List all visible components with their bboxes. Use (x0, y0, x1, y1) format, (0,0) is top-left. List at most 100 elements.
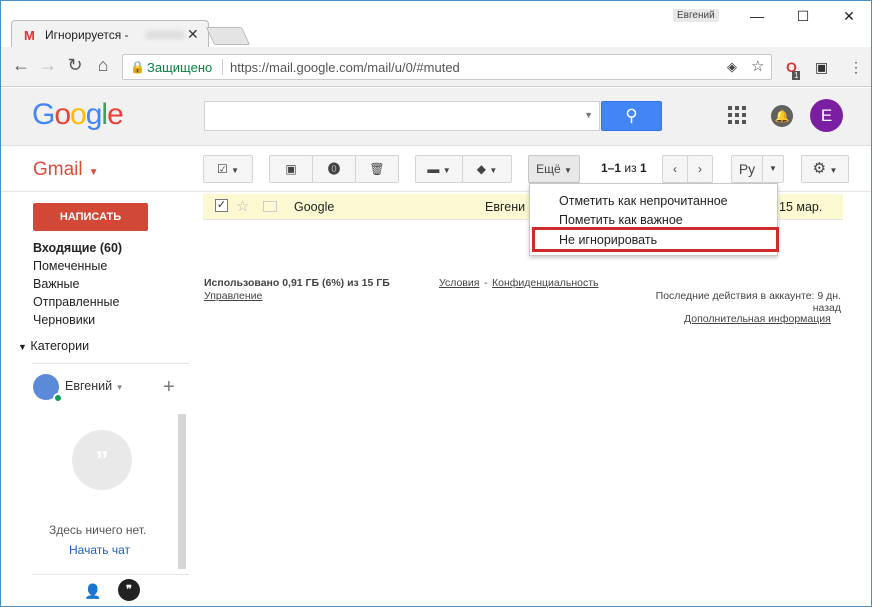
hangouts-user[interactable]: Евгений ▼ (65, 379, 124, 393)
settings-button[interactable]: ⚙ ▼ (801, 155, 849, 183)
close-window-icon[interactable]: ✕ (829, 5, 869, 27)
hangouts-panel: Евгений ▼ + ” Здесь ничего нет. Начать ч… (32, 363, 189, 606)
tag-icon: ◆ (476, 162, 486, 176)
categories-label: Категории (30, 339, 90, 353)
forward-icon[interactable]: → (36, 55, 60, 76)
tab-title: Игнорируется - (45, 28, 129, 42)
extension-badge: 1 (792, 71, 801, 80)
browser-tab-active[interactable]: M Игнорируется - ✕ (11, 20, 209, 48)
row-checkbox[interactable]: ✓ (215, 199, 228, 212)
url-text: https://mail.google.com/mail/u/0/#muted (230, 60, 460, 75)
prev-page-button[interactable]: ‹ (662, 155, 688, 183)
logo-letter: o (54, 98, 71, 131)
gmail-favicon-icon: M (24, 28, 35, 43)
select-checkbox-button[interactable]: ☑ ▼ (203, 155, 253, 183)
labels-button[interactable]: ◆ ▼ (462, 155, 512, 183)
chevron-down-icon: ▼ (115, 383, 124, 392)
eye-icon[interactable]: ◈ (727, 59, 737, 75)
mail-snippet: Евгени (485, 200, 526, 214)
mail-date: 15 мар. (779, 200, 823, 214)
more-button[interactable]: Ещё ▼ (528, 155, 580, 183)
menu-item-mark-unread[interactable]: Отметить как непрочитанное (559, 194, 728, 208)
move-to-button[interactable]: ▬ ▼ (415, 155, 463, 183)
gear-icon: ⚙ (812, 160, 827, 177)
account-details-link[interactable]: Дополнительная информация (684, 313, 831, 325)
browser-toolbar: ← → ↻ ⌂ 🔒 Защищено https://mail.google.c… (1, 47, 871, 87)
new-conversation-icon[interactable]: + (163, 376, 175, 399)
back-icon[interactable]: ← (9, 55, 33, 76)
secure-label: Защищено (147, 60, 213, 75)
last-activity: Последние действия в аккаунте: 9 дн. наза… (643, 290, 841, 314)
pager-range: 1–1 (601, 161, 622, 175)
hangouts-scrollbar[interactable] (178, 414, 186, 569)
address-bar[interactable]: 🔒 Защищено https://mail.google.com/mail/… (122, 54, 772, 80)
hangouts-footer: 👤 ❞ (32, 574, 189, 606)
manage-storage-link[interactable]: Управление (204, 290, 262, 302)
hangouts-chat-icon[interactable]: ❞ (118, 579, 140, 601)
hangouts-empty-text: Здесь ничего нет. (49, 523, 147, 537)
pager-of: из (624, 161, 637, 175)
menu-item-mark-important[interactable]: Пометить как важное (559, 213, 683, 227)
blurred-tab-text (145, 31, 185, 39)
search-options-icon[interactable]: ▼ (584, 110, 593, 120)
highlight-box (532, 227, 779, 252)
archive-button[interactable]: ▣ (269, 155, 313, 183)
last-activity-line1: Последние действия в аккаунте: 9 дн. (655, 290, 841, 302)
important-marker-icon[interactable] (263, 201, 277, 212)
bookmark-star-icon[interactable]: ☆ (751, 57, 764, 75)
expand-arrow-icon: ▼ (18, 342, 27, 352)
gmail-menu[interactable]: Gmail ▼ (33, 159, 99, 181)
pager: 1–1 из 1 (601, 161, 647, 175)
profile-name[interactable]: Евгений (673, 9, 719, 22)
sidebar-item[interactable]: Отправленные (33, 295, 119, 309)
screen-extension-icon[interactable]: ▣ (815, 59, 828, 76)
compose-button[interactable]: НАПИСАТЬ (33, 203, 148, 231)
browser-window: M Игнорируется - ✕ Евгений — ☐ ✕ ← → ↻ ⌂… (0, 0, 872, 607)
logo-letter: e (107, 98, 124, 131)
online-status-icon (53, 393, 63, 403)
spam-icon: ⓿ (327, 162, 340, 176)
logo-letter: o (70, 98, 87, 131)
pager-total: 1 (639, 161, 647, 175)
tab-close-icon[interactable]: ✕ (187, 26, 199, 43)
lock-icon: 🔒 (130, 60, 145, 74)
tab-strip: M Игнорируется - ✕ Евгений — ☐ ✕ (1, 1, 871, 48)
home-icon[interactable]: ⌂ (91, 55, 115, 76)
sidebar-item[interactable]: Важные (33, 277, 80, 291)
start-chat-link[interactable]: Начать чат (69, 543, 130, 557)
apps-grid-icon[interactable] (728, 106, 746, 124)
star-icon[interactable]: ☆ (236, 197, 249, 215)
privacy-link[interactable]: Конфиденциальность (492, 277, 599, 289)
notifications-bell-icon[interactable]: 🔔 (771, 105, 793, 127)
sidebar-item[interactable]: Черновики (33, 313, 95, 327)
minimize-icon[interactable]: — (737, 5, 777, 27)
gmail-label: Gmail (33, 159, 83, 180)
google-logo[interactable]: Google (32, 98, 124, 132)
input-tools-dropdown[interactable]: ▼ (762, 155, 784, 183)
input-tools-button[interactable]: Ру (731, 155, 763, 183)
hangouts-name: Евгений (65, 379, 113, 393)
search-input[interactable]: ▼ (204, 101, 600, 131)
search-button[interactable]: ⚲ (601, 101, 662, 131)
logo-letter: g (85, 98, 103, 131)
next-page-button[interactable]: › (687, 155, 713, 183)
report-spam-button[interactable]: ⓿ (312, 155, 356, 183)
sidebar-item[interactable]: Входящие (60) (33, 241, 122, 255)
logo-letter: G (32, 98, 55, 131)
footer-dash: - (484, 277, 488, 289)
search-icon: ⚲ (625, 106, 638, 125)
sidebar-item[interactable]: Помеченные (33, 259, 107, 273)
menu-kebab-icon[interactable]: ⋮ (849, 59, 863, 76)
divider (222, 59, 223, 75)
reload-icon[interactable]: ↻ (63, 55, 87, 76)
account-avatar[interactable]: E (810, 99, 843, 132)
maximize-icon[interactable]: ☐ (783, 5, 823, 27)
sidebar-categories[interactable]: ▼ Категории (18, 339, 89, 353)
delete-button[interactable]: 🗑 (355, 155, 399, 183)
contacts-person-icon[interactable]: 👤 (84, 583, 101, 600)
terms-link[interactable]: Условия (439, 277, 479, 289)
mail-sender: Google (294, 200, 335, 214)
new-tab-button[interactable] (205, 27, 251, 45)
hangouts-quote-icon: ” (72, 430, 132, 490)
google-header: Google ▼ ⚲ 🔔 E (1, 88, 871, 146)
